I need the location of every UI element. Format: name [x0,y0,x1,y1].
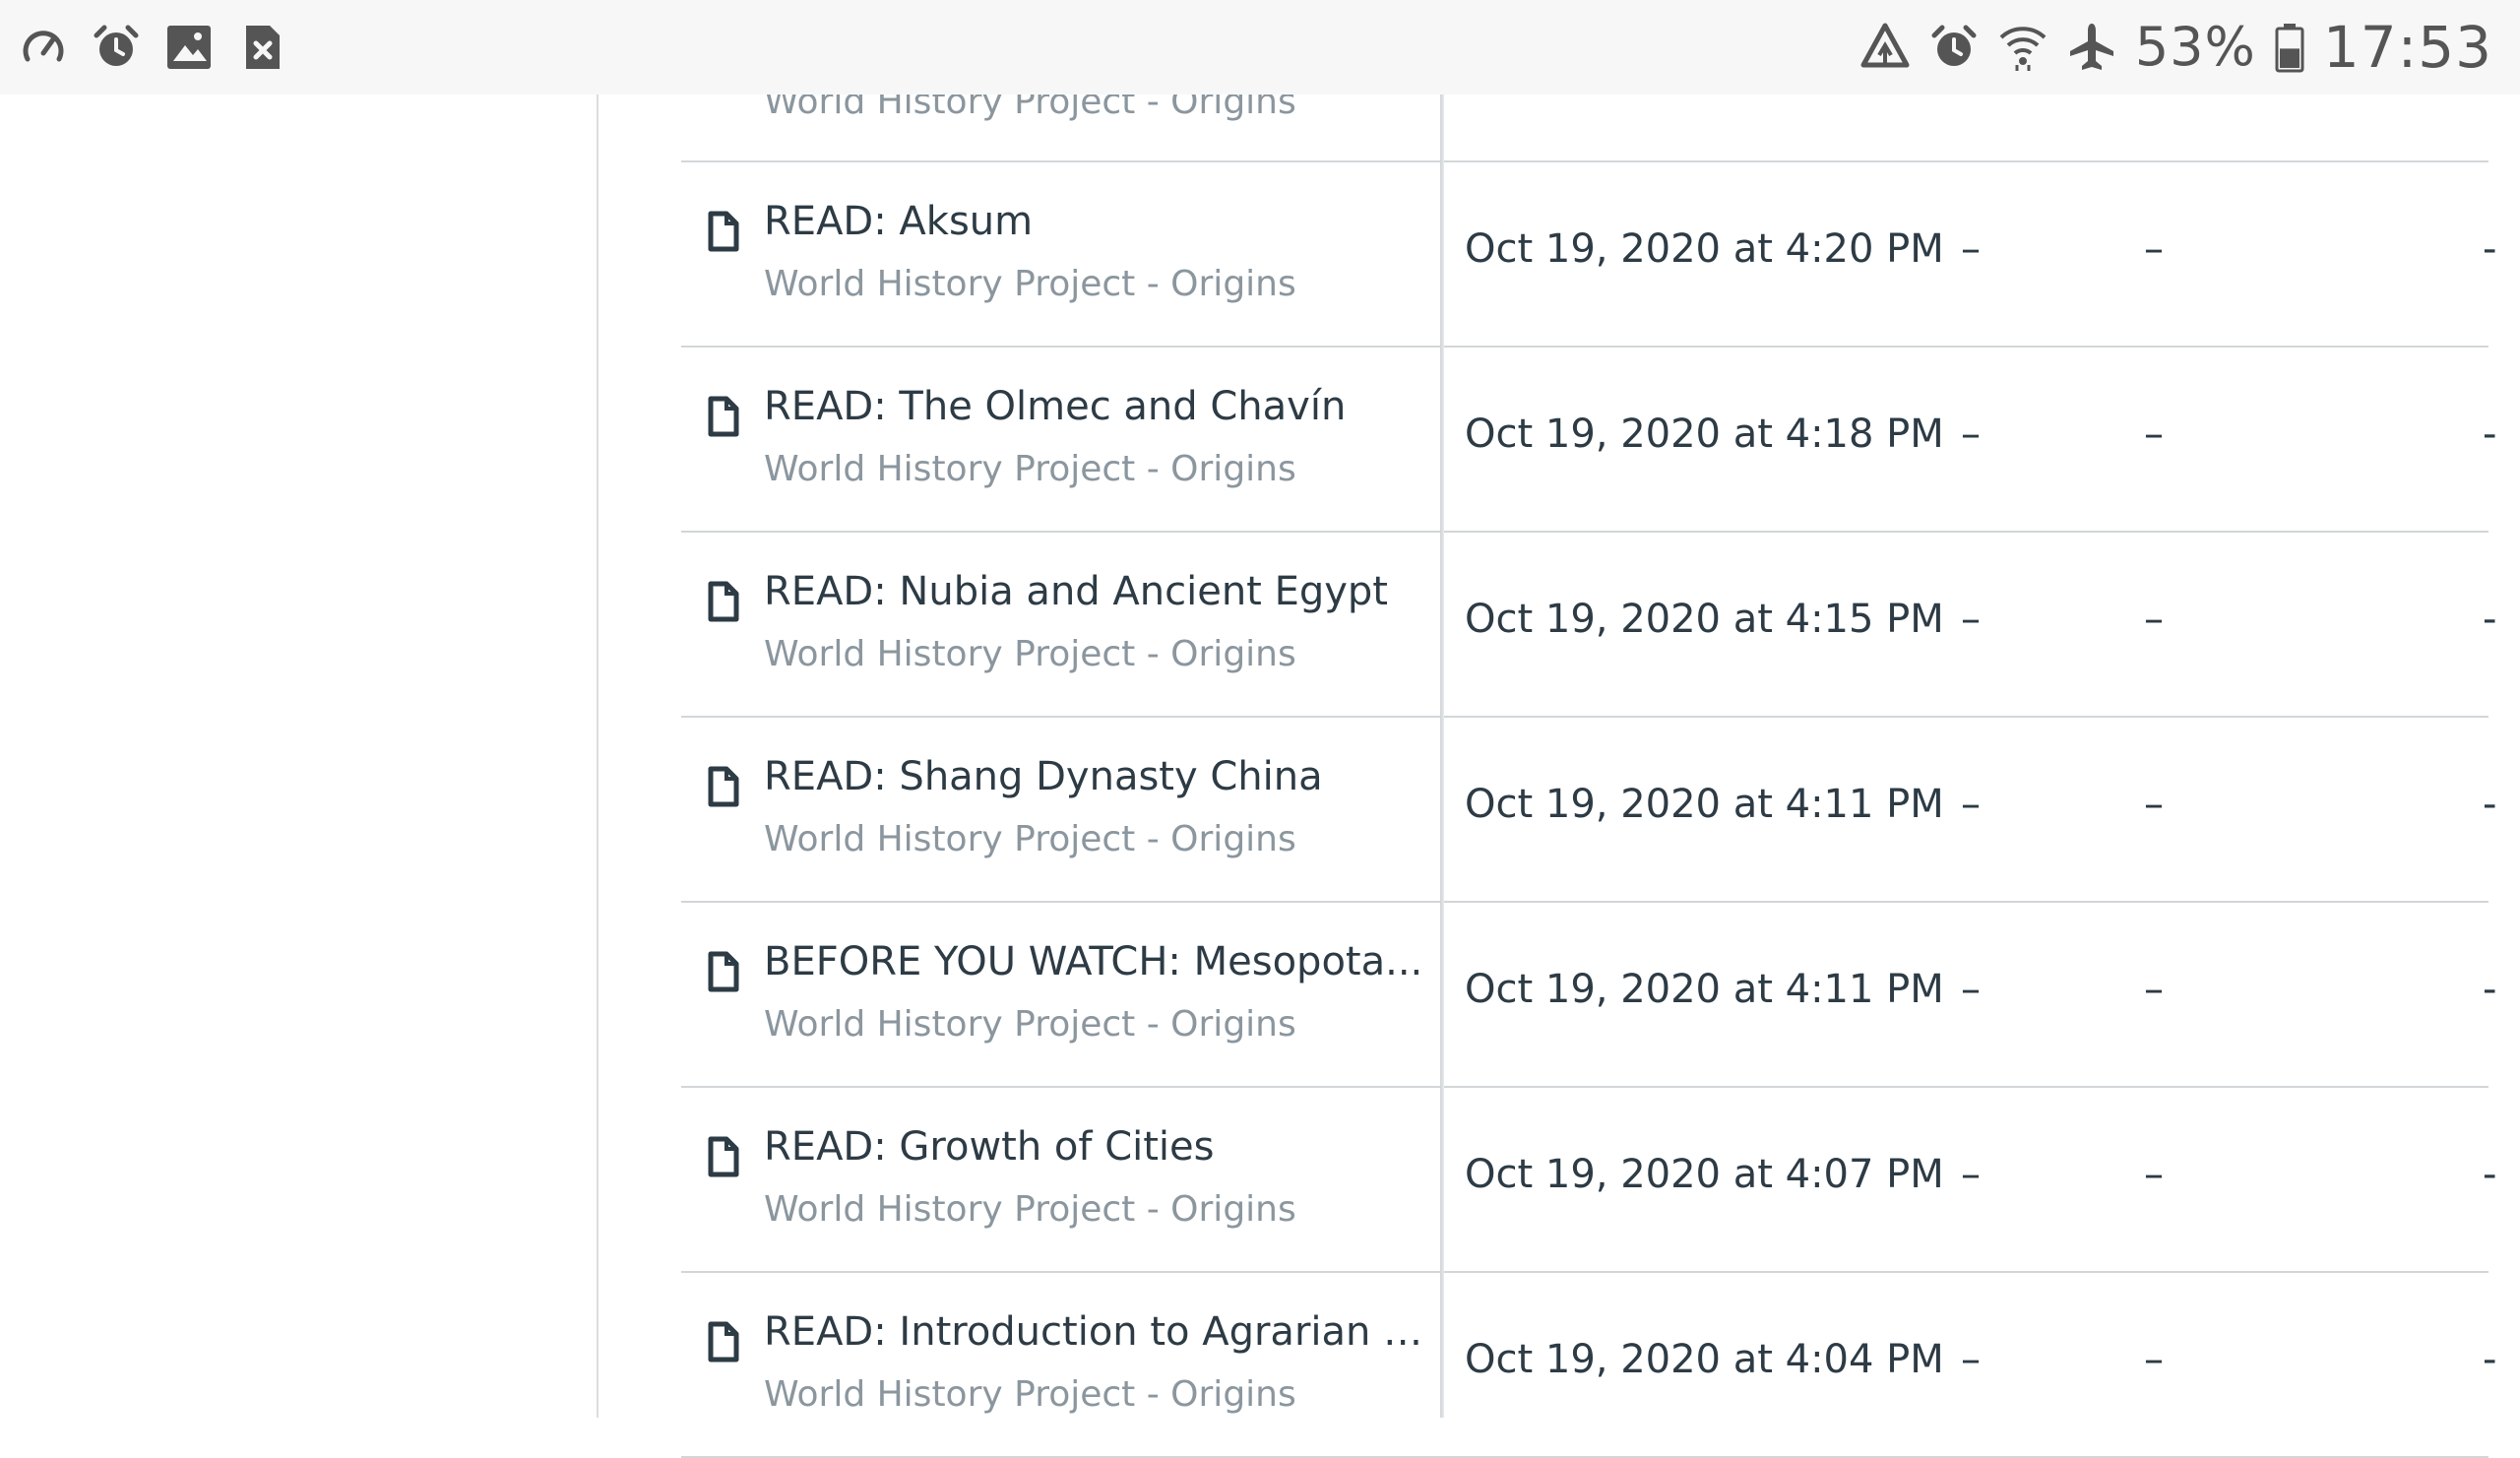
course-name: World History Project - Origins [764,264,1296,304]
assignment-title-link[interactable]: READ: Aksum [764,196,1443,247]
course-name: World History Project - Origins [764,1374,1296,1415]
empty-cell: - [2483,782,2497,827]
list-item[interactable]: READ: The Olmec and Chavín World History… [681,348,2496,533]
empty-cell: – [2144,782,2164,827]
document-icon [708,211,739,252]
column-divider [1440,95,1444,1418]
assignment-title-link[interactable]: BEFORE YOU WATCH: Mesopota... [764,936,1443,987]
list-item[interactable]: READ: Shang Dynasty China World History … [681,718,2496,903]
document-icon [708,1321,739,1363]
empty-cell: – [1961,782,1981,827]
activity-date: Oct 19, 2020 at 4:07 PM [1465,1152,1944,1197]
list-item[interactable]: READ: Nubia and Ancient Egypt World Hist… [681,533,2496,718]
activity-date: Oct 19, 2020 at 4:18 PM [1465,412,1944,457]
course-name: World History Project - Origins [764,819,1296,859]
empty-cell: - [2483,412,2497,457]
activity-date: Oct 19, 2020 at 4:15 PM [1465,597,1944,642]
activity-date: Oct 19, 2020 at 4:04 PM [1465,1337,1944,1382]
empty-cell: – [2144,597,2164,642]
course-name: World History Project - Origins [764,449,1296,489]
course-name: World History Project - Origins [764,1004,1296,1045]
status-bar-left [18,22,287,73]
empty-cell: – [1961,1337,1981,1382]
empty-cell: - [2483,967,2497,1012]
speedometer-icon [23,31,64,62]
empty-cell: - [2483,597,2497,642]
document-icon [708,766,739,807]
sidebar-divider [597,95,598,1418]
airplane-icon [2069,24,2113,70]
sim-error-icon [246,26,280,69]
list-item[interactable]: READ: Aksum World History Project - Orig… [681,162,2496,348]
status-bar-right: 53% 17:53 [1859,18,2492,77]
course-name: World History Project - Origins [764,1189,1296,1230]
activity-date: Oct 19, 2020 at 4:11 PM [1465,782,1944,827]
empty-cell: – [1961,967,1981,1012]
assignment-title-link[interactable]: READ: Shang Dynasty China [764,751,1443,802]
document-icon [708,951,739,992]
activity-date: Oct 19, 2020 at 4:11 PM [1465,967,1944,1012]
battery-icon [2275,24,2304,73]
assignment-title-link[interactable]: READ: The Olmec and Chavín [764,381,1443,432]
assignment-title-link[interactable]: READ: Introduction to Agrarian So... [764,1306,1443,1358]
activity-date: Oct 19, 2020 at 4:20 PM [1465,226,1944,272]
empty-cell: - [2483,1337,2497,1382]
empty-cell: – [1961,412,1981,457]
empty-cell: – [2144,412,2164,457]
alarm-icon [1931,25,1977,66]
assignment-title-link[interactable]: READ: Growth of Cities [764,1121,1443,1173]
assignment-title-link[interactable]: READ: Nubia and Ancient Egypt [764,566,1443,617]
document-icon [708,581,739,622]
empty-cell: – [1961,226,1981,272]
list-item[interactable]: READ: Introduction to Agrarian So... Wor… [681,1273,2496,1458]
wifi-icon [1999,27,2047,71]
battery-percent: 53% [2134,16,2256,78]
clock-time: 17:53 [2322,14,2492,81]
empty-cell: – [1961,1152,1981,1197]
empty-cell: - [2483,1152,2497,1197]
status-bar: 53% 17:53 [0,0,2520,95]
list-item[interactable]: READ: Growth of Cities World History Pro… [681,1088,2496,1273]
list-item[interactable]: BEFORE YOU WATCH: Mesopota... World Hist… [681,903,2496,1088]
data-saver-icon [1860,23,1910,68]
document-icon [708,1136,739,1177]
empty-cell: - [2483,226,2497,272]
image-icon [167,26,211,69]
empty-cell: – [1961,597,1981,642]
empty-cell: – [2144,1337,2164,1382]
course-name: World History Project - Origins [764,634,1296,674]
empty-cell: – [2144,1152,2164,1197]
empty-cell: – [2144,226,2164,272]
alarm-icon [94,25,139,66]
document-icon [708,396,739,437]
empty-cell: – [2144,967,2164,1012]
